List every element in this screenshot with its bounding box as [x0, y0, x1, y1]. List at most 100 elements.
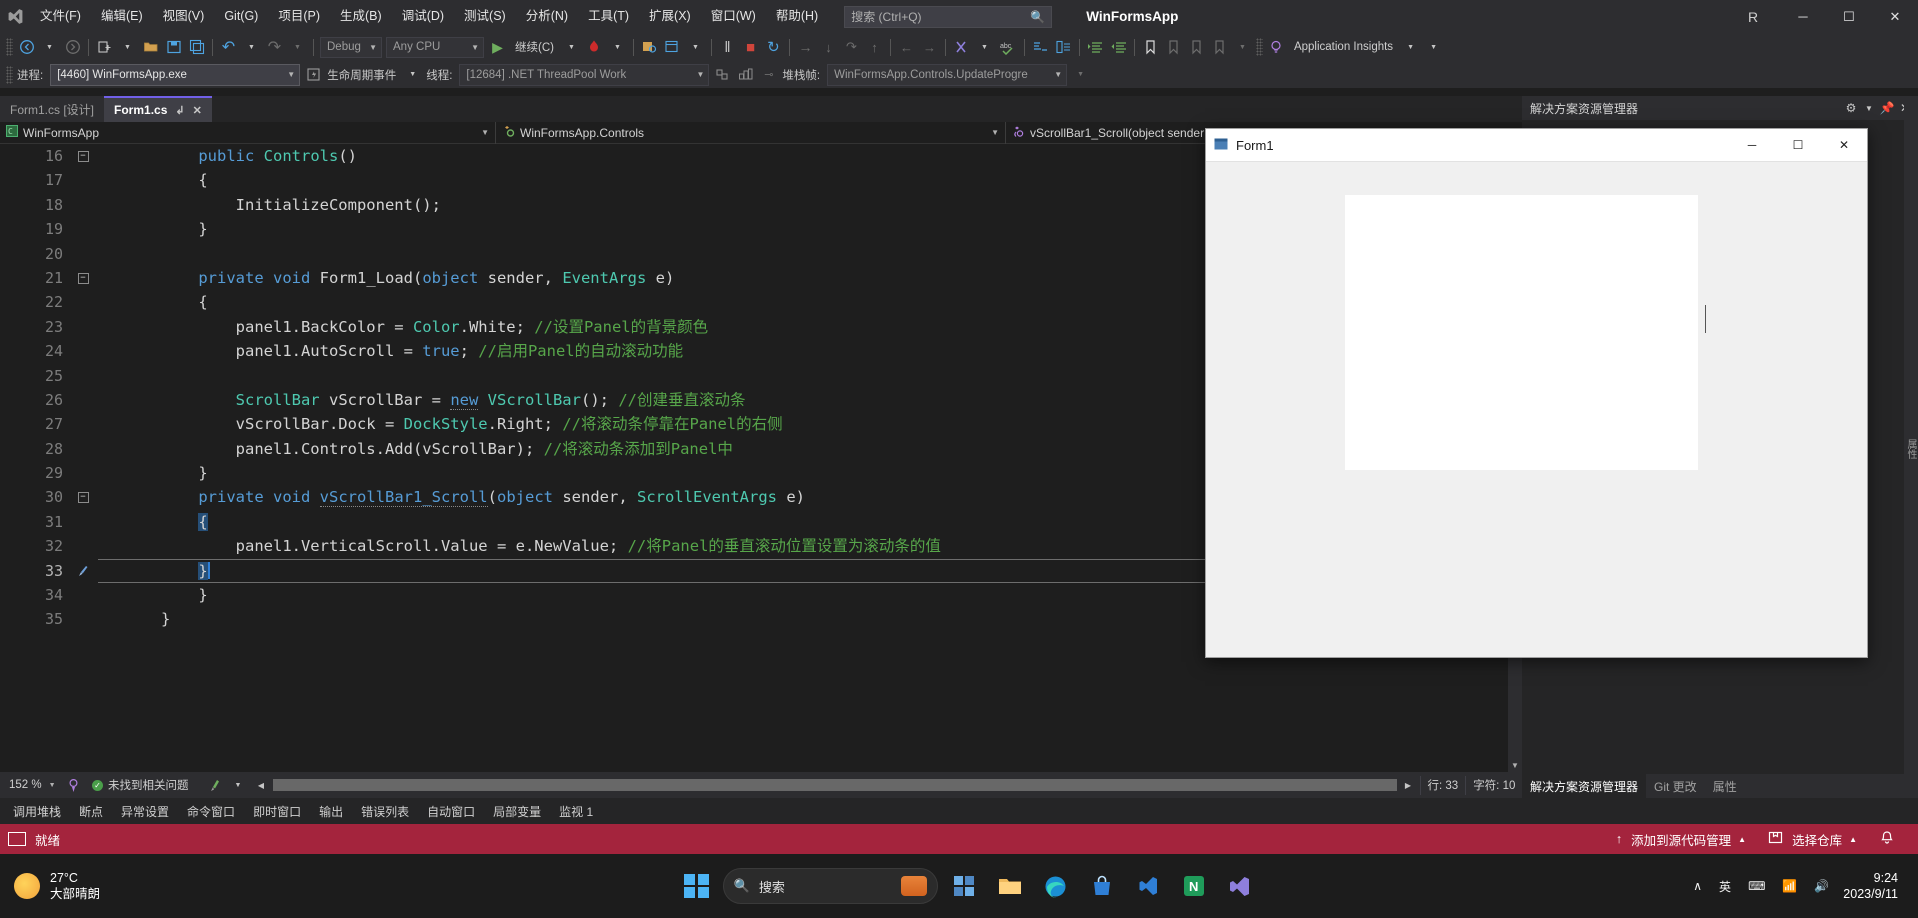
chevron-down-icon[interactable]: ▼ [983, 128, 999, 137]
flag-thread-icon[interactable] [711, 63, 734, 87]
new-project-dropdown[interactable]: ▼ [116, 35, 139, 59]
code-text[interactable]: } [161, 217, 207, 241]
nav-back-button[interactable] [15, 35, 38, 59]
hot-reload-icon[interactable] [583, 35, 606, 59]
intellicode-dropdown[interactable]: ▼ [973, 35, 996, 59]
undo-button[interactable]: ↶ [217, 35, 240, 59]
taskbar-app-n[interactable]: N [1174, 866, 1214, 906]
taskbar-store[interactable] [1082, 866, 1122, 906]
process-window-icon[interactable] [661, 35, 684, 59]
issues-status[interactable]: ✓ 未找到相关问题 [85, 777, 196, 793]
code-text[interactable]: private void Form1_Load(object sender, E… [161, 266, 674, 290]
code-text[interactable]: } [161, 583, 207, 607]
save-all-icon[interactable] [185, 35, 208, 59]
menu-project[interactable]: 项目(P) [268, 0, 330, 33]
rtab-properties[interactable]: 属性 [1705, 774, 1745, 798]
code-text[interactable]: panel1.BackColor = Color.White; //设置Pane… [161, 315, 708, 339]
intellicode-icon[interactable] [950, 35, 973, 59]
btab-immediate-window[interactable]: 即时窗口 [244, 798, 310, 824]
issue-navigation-icon[interactable] [62, 773, 85, 797]
code-text[interactable]: panel1.AutoScroll = true; //启用Panel的自动滚动… [161, 339, 683, 363]
spellcheck-icon[interactable]: abc [996, 35, 1020, 59]
step-over-icon[interactable]: ↷ [840, 35, 863, 59]
next-bookmark-icon[interactable] [1185, 35, 1208, 59]
taskbar-start-button[interactable] [677, 866, 717, 906]
form1-close-button[interactable]: ✕ [1821, 129, 1867, 162]
continue-dropdown[interactable]: ▼ [560, 35, 583, 59]
code-text[interactable]: vScrollBar.Dock = DockStyle.Right; //将滚动… [161, 412, 783, 436]
code-text[interactable]: ScrollBar vScrollBar = new VScrollBar();… [161, 388, 745, 412]
process-select[interactable]: [4460] WinFormsApp.exe ▼ [50, 63, 301, 86]
taskbar-visual-studio[interactable] [1220, 866, 1260, 906]
open-file-icon[interactable] [139, 35, 162, 59]
gear-icon[interactable]: ⚙ [1842, 98, 1860, 118]
select-repository-button[interactable]: 选择仓库 ▲ [1757, 824, 1868, 854]
taskbar-edge[interactable] [1036, 866, 1076, 906]
clear-bookmarks-icon[interactable] [1208, 35, 1231, 59]
lifecycle-events-icon[interactable] [302, 63, 325, 87]
pin-icon[interactable]: 📌 [1878, 98, 1896, 118]
search-input[interactable]: 搜索 (Ctrl+Q) 🔍 [844, 5, 1053, 28]
btab-autos[interactable]: 自动窗口 [418, 798, 484, 824]
menu-analyze[interactable]: 分析(N) [516, 0, 578, 33]
lightbulb-icon[interactable] [1265, 35, 1288, 59]
editor-horizontal-scrollbar[interactable]: ◀ ▶ [250, 772, 1420, 798]
breadcrumb-project[interactable]: C WinFormsApp ▼ [0, 121, 496, 144]
close-icon[interactable]: ✕ [193, 104, 202, 117]
btab-watch-1[interactable]: 监视 1 [550, 798, 602, 824]
taskbar-search-box[interactable]: 🔍 搜索 [722, 868, 938, 904]
debugbar-overflow[interactable]: ▼ [1069, 63, 1092, 87]
hscroll-left-arrow-icon[interactable]: ◀ [250, 773, 273, 797]
toggle-bookmark-icon[interactable] [1139, 35, 1162, 59]
fold-toggle-icon[interactable]: − [72, 272, 94, 284]
stop-debugging-button[interactable]: ■ [739, 35, 762, 59]
tray-volume-icon[interactable]: 🔊 [1807, 879, 1836, 893]
menu-debug[interactable]: 调试(D) [392, 0, 454, 33]
toolbar-overflow[interactable]: ▼ [1422, 35, 1445, 59]
hscroll-right-arrow-icon[interactable]: ▶ [1397, 773, 1420, 797]
solution-platform-select[interactable]: Any CPU ▼ [386, 36, 484, 58]
btab-locals[interactable]: 局部变量 [484, 798, 550, 824]
code-text[interactable]: { [161, 510, 208, 534]
code-text[interactable]: panel1.Controls.Add(vScrollBar); //将滚动条添… [161, 437, 733, 461]
zoom-level-select[interactable]: 152 % ▼ [4, 775, 62, 795]
application-insights-dropdown[interactable]: ▼ [1399, 35, 1422, 59]
code-text[interactable]: panel1.VerticalScroll.Value = e.NewValue… [161, 534, 941, 558]
redo-button[interactable]: ↷ [263, 35, 286, 59]
increase-indent-icon[interactable] [1084, 35, 1107, 59]
menu-edit[interactable]: 编辑(E) [91, 0, 153, 33]
menu-file[interactable]: 文件(F) [30, 0, 91, 33]
code-text[interactable]: InitializeComponent(); [161, 193, 441, 217]
minimize-button[interactable]: ─ [1780, 0, 1826, 33]
taskbar-vscode[interactable] [1128, 866, 1168, 906]
thread-marker-icon[interactable]: ⊸ [757, 63, 780, 87]
uncomment-selection-icon[interactable] [1052, 35, 1075, 59]
account-avatar[interactable]: R [1740, 4, 1766, 30]
scroll-down-arrow-icon[interactable]: ▼ [1508, 758, 1522, 772]
save-icon[interactable] [162, 35, 185, 59]
tab-form1-code[interactable]: Form1.cs ↲ ✕ [104, 96, 212, 122]
nav-back-dropdown[interactable]: ▼ [38, 35, 61, 59]
redo-nav-icon[interactable]: → [918, 35, 941, 59]
show-threads-icon[interactable] [734, 63, 757, 87]
nav-forward-button[interactable] [61, 35, 84, 59]
tray-ime-icon[interactable]: ⌨ [1741, 879, 1772, 893]
form1-title-bar[interactable]: Form1 ─ ☐ ✕ [1206, 129, 1867, 162]
toolbar-grip[interactable] [6, 38, 13, 56]
tray-language-indicator[interactable]: 英 [1712, 878, 1738, 895]
add-to-source-control-button[interactable]: ↑ 添加到源代码管理 ▲ [1605, 824, 1757, 854]
step-out-icon[interactable]: ↑ [863, 35, 886, 59]
form1-minimize-button[interactable]: ─ [1729, 129, 1775, 162]
menu-tools[interactable]: 工具(T) [578, 0, 639, 33]
fold-toggle-icon[interactable]: − [72, 150, 94, 162]
menu-help[interactable]: 帮助(H) [766, 0, 828, 33]
menu-test[interactable]: 测试(S) [454, 0, 516, 33]
process-window-dropdown[interactable]: ▼ [684, 35, 707, 59]
maximize-button[interactable]: ☐ [1826, 0, 1872, 33]
tray-chevron-icon[interactable]: ∧ [1686, 879, 1709, 893]
tab-form1-design[interactable]: Form1.cs [设计] [0, 96, 105, 122]
taskbar-clock[interactable]: 9:24 2023/9/11 [1839, 870, 1908, 902]
decrease-indent-icon[interactable] [1107, 35, 1130, 59]
undo-nav-icon[interactable]: ← [895, 35, 918, 59]
menu-build[interactable]: 生成(B) [330, 0, 392, 33]
